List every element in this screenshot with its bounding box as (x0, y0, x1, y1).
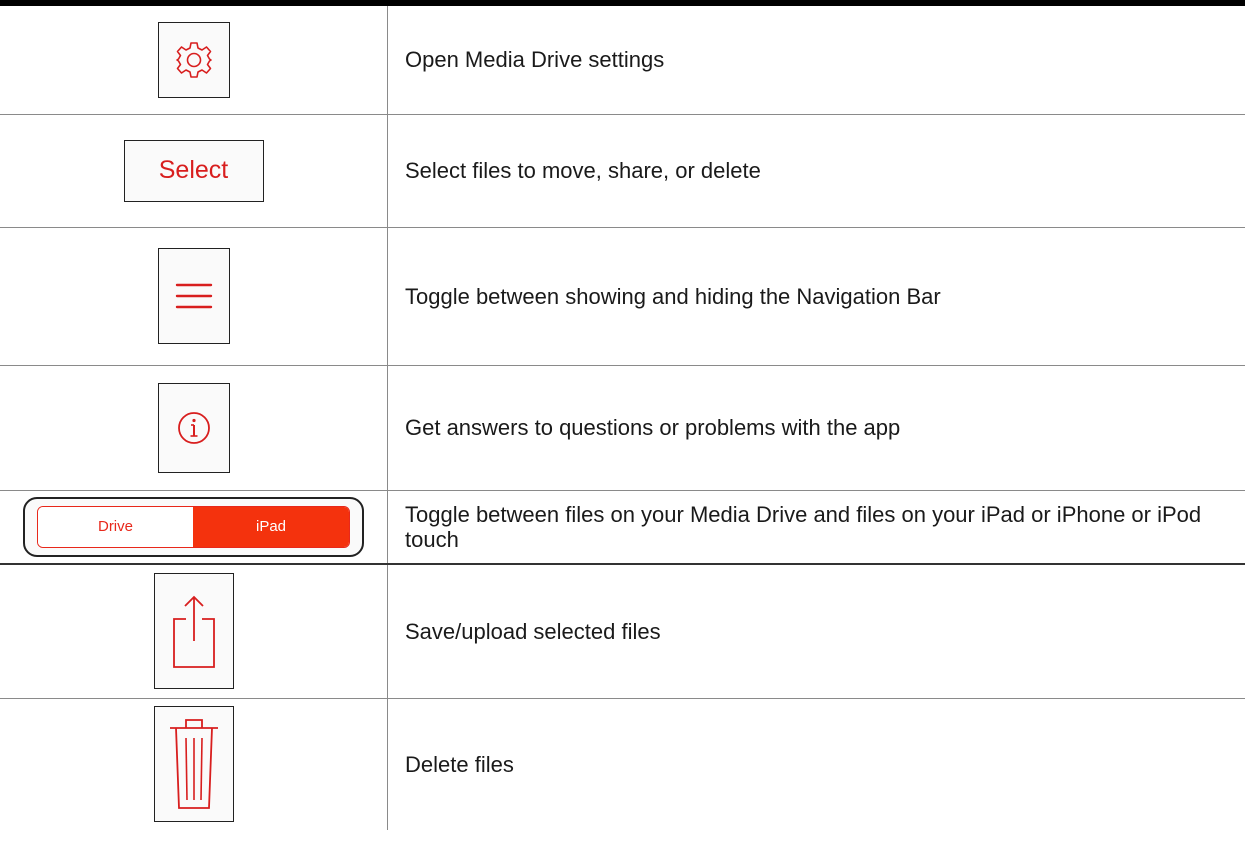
description-cell: Select files to move, share, or delete (387, 114, 1245, 228)
segment-ipad[interactable]: iPad (193, 506, 349, 547)
table-row: Toggle between showing and hiding the Na… (0, 227, 1245, 366)
icon-cell (0, 365, 388, 491)
info-icon[interactable] (157, 382, 230, 473)
trash-icon[interactable] (153, 706, 234, 823)
gear-icon[interactable] (157, 21, 230, 98)
icon-cell (0, 6, 388, 115)
icon-cell (0, 698, 388, 830)
description-cell: Save/upload selected files (387, 564, 1245, 699)
icon-cell (0, 564, 388, 699)
description-cell: Get answers to questions or problems wit… (387, 365, 1245, 491)
table-row: Get answers to questions or problems wit… (0, 365, 1245, 491)
segment-drive[interactable]: Drive (38, 506, 193, 547)
icon-reference-table: Open Media Drive settings Select Select … (0, 6, 1245, 830)
hamburger-menu-icon[interactable] (157, 248, 230, 344)
table-row: Select Select files to move, share, or d… (0, 114, 1245, 228)
table-row: Delete files (0, 698, 1245, 830)
table-row: Save/upload selected files (0, 564, 1245, 699)
share-upload-icon[interactable] (153, 573, 234, 690)
select-button[interactable]: Select (123, 139, 264, 202)
description-cell: Toggle between files on your Media Drive… (387, 490, 1245, 565)
table-row: Open Media Drive settings (0, 6, 1245, 115)
segmented-control-track: Drive iPad (37, 505, 350, 548)
icon-cell (0, 227, 388, 366)
table-row: Drive iPad Toggle between files on your … (0, 490, 1245, 565)
description-cell: Open Media Drive settings (387, 6, 1245, 115)
icon-cell: Drive iPad (0, 490, 388, 565)
description-cell: Toggle between showing and hiding the Na… (387, 227, 1245, 366)
icon-cell: Select (0, 114, 388, 228)
description-cell: Delete files (405, 751, 514, 777)
drive-ipad-segmented-control: Drive iPad (23, 496, 364, 557)
